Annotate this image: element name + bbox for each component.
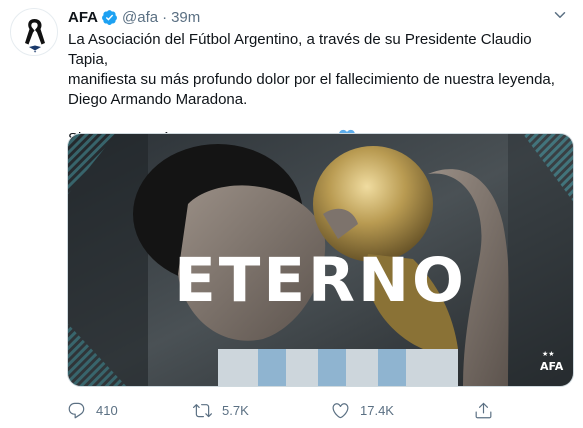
reply-button[interactable]: 410 — [67, 398, 118, 422]
author-name[interactable]: AFA — [68, 9, 98, 26]
author-handle[interactable]: @afa — [122, 9, 158, 26]
separator-dot: · — [162, 8, 168, 26]
tweet-header: AFA @afa · 39m — [68, 7, 200, 27]
retweet-count: 5.7K — [222, 402, 249, 418]
tweet[interactable]: ✦ AFA @afa · 39m La Asociación del Fútbo… — [0, 0, 583, 428]
tweet-text-line: La Asociación del Fútbol Argentino, a tr… — [68, 31, 532, 68]
avatar[interactable]: ✦ — [10, 8, 58, 56]
tweet-text: La Asociación del Fútbol Argentino, a tr… — [68, 30, 573, 149]
chevron-down-icon[interactable] — [551, 6, 569, 24]
heart-icon — [332, 402, 349, 418]
share-icon — [475, 402, 492, 418]
retweet-button[interactable]: 5.7K — [193, 398, 249, 422]
svg-text:★★: ★★ — [542, 350, 555, 358]
tweet-media-image[interactable]: ★★ AFA ETERNO — [67, 133, 574, 387]
timestamp[interactable]: 39m — [171, 9, 200, 26]
share-button[interactable] — [474, 398, 493, 422]
reply-icon — [68, 402, 85, 418]
svg-text:AFA: AFA — [540, 360, 564, 373]
tweet-text-line: Diego Armando Maradona. — [68, 91, 248, 108]
black-mourning-ribbon-icon: ✦ — [25, 19, 45, 54]
tweet-text-line: manifiesta su más profundo dolor por el … — [68, 71, 555, 88]
media-headline: ETERNO — [174, 245, 467, 316]
like-button[interactable]: 17.4K — [331, 398, 394, 422]
reply-count: 410 — [96, 402, 118, 418]
verified-badge-icon — [102, 9, 117, 25]
tweet-actions: 410 5.7K 17.4K — [64, 398, 494, 422]
retweet-icon — [193, 403, 212, 417]
like-count: 17.4K — [360, 402, 394, 418]
svg-text:✦: ✦ — [33, 49, 37, 54]
